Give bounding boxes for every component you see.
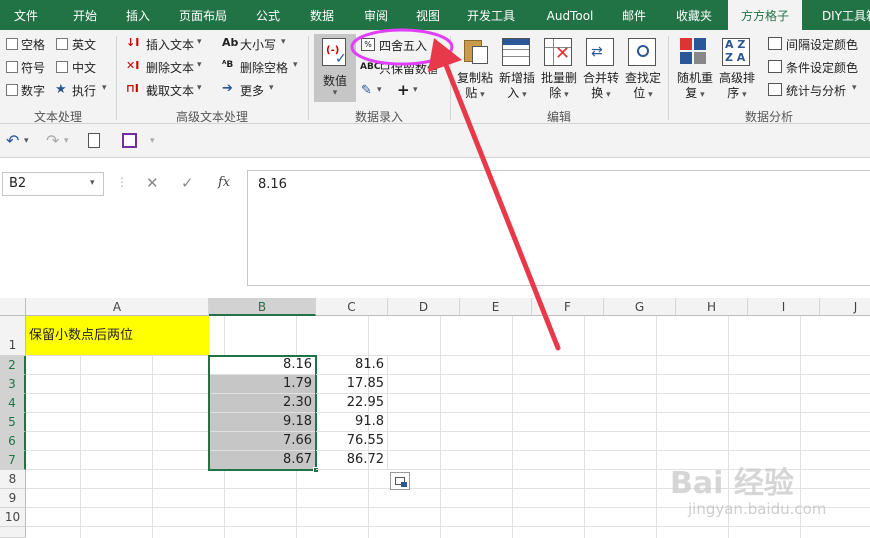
- annotation-arrow-line: [441, 57, 561, 351]
- watermark-url: jingyan.baidu.com: [688, 500, 827, 518]
- watermark-brand: Bai 经验: [670, 466, 794, 501]
